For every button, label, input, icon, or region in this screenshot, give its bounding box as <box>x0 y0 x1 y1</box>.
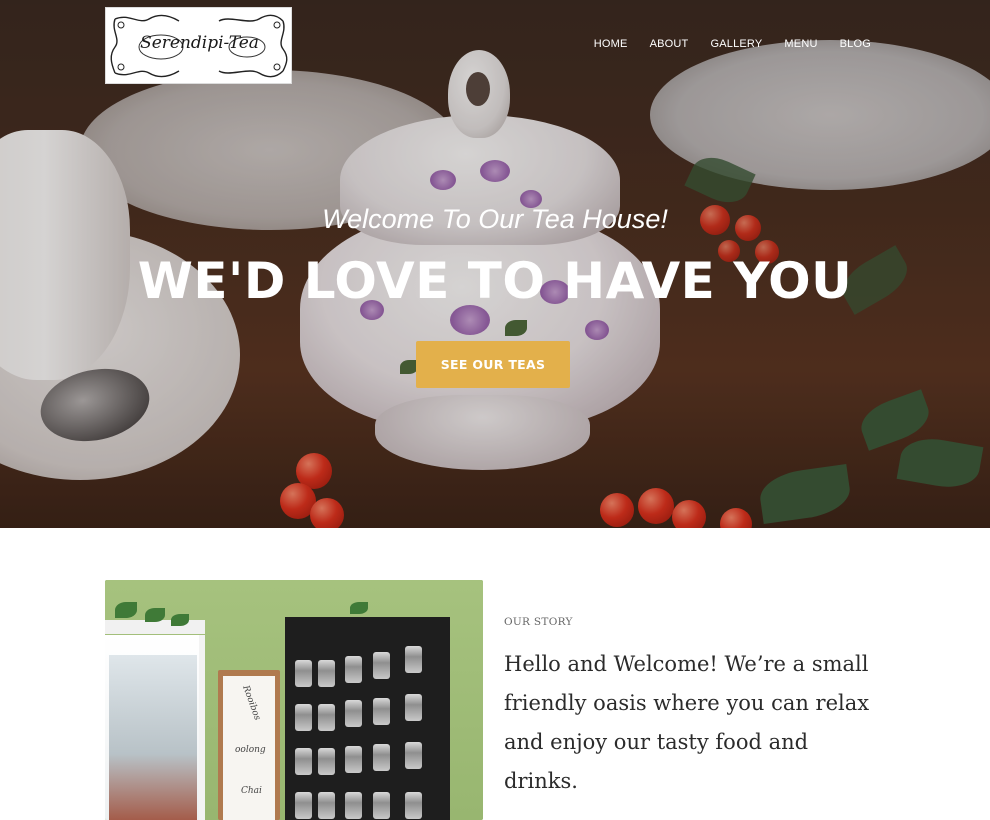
hero-subtitle: Welcome To Our Tea House! <box>322 204 668 234</box>
tea-shop-photo: Rooibos oolong Chai <box>105 580 483 820</box>
see-our-teas-button[interactable]: SEE OUR TEAS <box>416 341 570 388</box>
story-eyebrow: OUR STORY <box>504 616 573 628</box>
plant-leaf <box>171 614 189 626</box>
nav-gallery[interactable]: GALLERY <box>710 38 762 50</box>
main-navigation: HOME ABOUT GALLERY MENU BLOG <box>594 38 871 50</box>
hero-title: WE'D LOVE TO HAVE YOU <box>137 252 853 310</box>
tea-jar <box>318 704 335 731</box>
tea-jar <box>318 660 335 687</box>
tea-jar <box>373 652 390 679</box>
nav-blog[interactable]: BLOG <box>840 38 871 50</box>
plant-leaf <box>145 608 165 622</box>
tea-jar <box>405 742 422 769</box>
plant-leaf <box>350 602 368 614</box>
tea-jar <box>405 792 422 819</box>
nav-home[interactable]: HOME <box>594 38 628 50</box>
nav-menu[interactable]: MENU <box>784 38 817 50</box>
tea-jar <box>345 746 362 773</box>
tea-jar <box>318 748 335 775</box>
tea-jar <box>345 700 362 727</box>
tea-jar <box>295 748 312 775</box>
tea-jar <box>373 792 390 819</box>
tea-jar <box>295 660 312 687</box>
tea-jar <box>345 792 362 819</box>
tea-jar <box>295 792 312 819</box>
site-logo[interactable]: Serendipi-Tea <box>105 7 292 84</box>
tea-jar <box>295 704 312 731</box>
tea-jar <box>405 646 422 673</box>
window-view <box>109 655 197 820</box>
board-word: oolong <box>235 745 266 755</box>
plant-leaf <box>115 602 137 618</box>
board-word: Chai <box>241 786 262 796</box>
window-ledge <box>105 620 205 634</box>
tea-jar <box>405 694 422 721</box>
logo-text: Serendipi-Tea <box>140 33 259 53</box>
tea-jar <box>345 656 362 683</box>
tea-jar <box>373 744 390 771</box>
tea-jar <box>373 698 390 725</box>
tea-jar <box>318 792 335 819</box>
story-text: Hello and Welcome! We’re a small friendl… <box>504 652 870 793</box>
nav-about[interactable]: ABOUT <box>650 38 689 50</box>
